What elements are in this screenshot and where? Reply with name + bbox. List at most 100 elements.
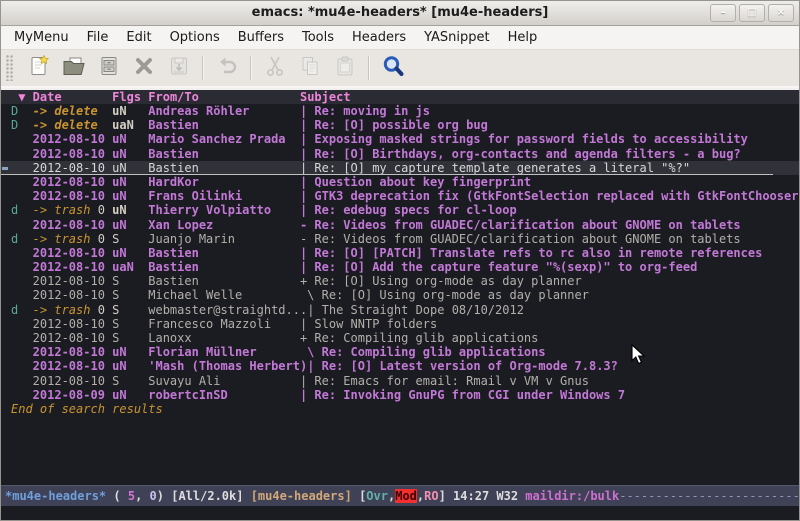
message-row[interactable]: 2012-08-10SLanoxx+ Re: Compiling glib ap… — [1, 331, 799, 345]
message-row[interactable]: 2012-08-10uNMario Sanchez Prada| Exposin… — [1, 132, 799, 146]
date-text: -> trash — [25, 203, 90, 217]
flags-column: uN — [112, 104, 148, 118]
menu-item-headers[interactable]: Headers — [343, 27, 415, 48]
flags-column: uN — [112, 175, 148, 189]
subject-column: - Re: Videos from GUADEC/clarification a… — [300, 232, 741, 246]
modeline-segment-pink: 5 — [128, 489, 135, 503]
maximize-button[interactable]: □ — [739, 4, 765, 22]
menu-item-options[interactable]: Options — [161, 27, 229, 48]
menu-item-tools[interactable]: Tools — [293, 27, 343, 48]
modeline-segment-w: ] — [439, 489, 453, 503]
cut-button — [260, 54, 289, 83]
date-text: 2012-08-10 — [25, 317, 104, 331]
date-text: 2012-08-10 — [25, 132, 104, 146]
message-row[interactable]: 2012-08-10SMichael Welle \ Re: [O] Using… — [1, 288, 799, 302]
date-text: 2012-08-10 — [25, 345, 104, 359]
date-text: 2012-08-10 — [25, 246, 104, 260]
kill-buffer-button[interactable] — [129, 54, 158, 83]
menu-item-help[interactable]: Help — [499, 27, 547, 48]
message-row[interactable]: d -> trash 0SJuanjo Marin- Re: Videos fr… — [1, 232, 799, 246]
message-row[interactable]: d -> trash 0Swebmaster@straightd...| The… — [1, 303, 799, 317]
message-row[interactable]: 2012-08-10uN'Mash (Thomas Herbert)| Re: … — [1, 359, 799, 373]
date-text: -> trash — [25, 232, 90, 246]
dired-button[interactable] — [94, 54, 123, 83]
close-button[interactable]: × — [768, 4, 794, 22]
message-row[interactable]: 2012-08-10uNFrans Oilinki| GTK3 deprecat… — [1, 189, 799, 203]
date-column: 2012-08-10 — [25, 246, 112, 260]
message-row[interactable]: D -> deleteuNAndreas Röhler| Re: moving … — [1, 104, 799, 118]
message-row[interactable]: 2012-08-10uaNBastien| Re: [O] Add the ca… — [1, 260, 799, 274]
date-text: 2012-08-10 — [25, 331, 104, 345]
mark-column — [11, 175, 25, 189]
date-column: -> trash 0 — [25, 232, 112, 246]
flags-column: uaN — [112, 118, 148, 132]
date-column: 2012-08-10 — [25, 345, 112, 359]
from-column: Mario Sanchez Prada — [148, 132, 300, 146]
new-file-button[interactable] — [24, 54, 53, 83]
message-row[interactable]: 2012-08-10uNBastien| Re: [O] my capture … — [1, 161, 799, 175]
from-column: Lanoxx — [148, 331, 300, 345]
menu-item-edit[interactable]: Edit — [117, 27, 160, 48]
message-row[interactable]: 2012-08-10uNBastien| Re: [O] [PATCH] Tra… — [1, 246, 799, 260]
message-row[interactable]: 2012-08-10SBastien+ Re: [O] Using org-mo… — [1, 274, 799, 288]
paste-button — [330, 54, 359, 83]
date-column: -> trash 0 — [25, 303, 112, 317]
mark-column — [11, 388, 25, 402]
echo-area[interactable] — [1, 506, 799, 520]
menu-item-file[interactable]: File — [78, 27, 118, 48]
title-bar[interactable]: emacs: *mu4e-headers* [mu4e-headers] –□× — [1, 1, 799, 26]
date-text: 2012-08-10 — [25, 147, 104, 161]
modeline-segment-w: ) [All/2.0k] — [157, 489, 251, 503]
from-column: Bastien — [148, 161, 300, 175]
kill-buffer-icon — [132, 54, 156, 82]
toolbar-separator — [368, 56, 369, 80]
mark-column — [11, 260, 25, 274]
menu-item-buffers[interactable]: Buffers — [229, 27, 293, 48]
message-row[interactable]: 2012-08-09uNrobertcInSD| Re: Invoking Gn… — [1, 388, 799, 402]
modeline-segment-w: ( — [106, 489, 128, 503]
flags-column: S — [112, 232, 148, 246]
toolbar-drag-handle-icon[interactable] — [6, 55, 14, 81]
message-row[interactable]: 2012-08-10uNBastien| Re: [O] Birthdays, … — [1, 147, 799, 161]
date-text: 2012-08-10 — [25, 218, 104, 232]
flags-column: uN — [112, 388, 148, 402]
menu-item-yasnippet[interactable]: YASnippet — [415, 27, 499, 48]
message-row[interactable]: 2012-08-10SFrancesco Mazzoli| Slow NNTP … — [1, 317, 799, 331]
subject-column: | Slow NNTP folders — [300, 317, 437, 331]
date-text: 2012-08-10 — [25, 175, 104, 189]
mu4e-headers-buffer[interactable]: ▼ Date Flgs From/To Subject D -> deleteu… — [1, 88, 799, 520]
from-column: Bastien — [148, 246, 300, 260]
flags-column: S — [112, 288, 148, 302]
mark-column — [11, 288, 25, 302]
from-column: Xan Lopez — [148, 218, 300, 232]
message-row[interactable]: 2012-08-10SSuvayu Ali| Re: Emacs for ema… — [1, 374, 799, 388]
open-file-button[interactable] — [59, 54, 88, 83]
flags-column: uN — [112, 132, 148, 146]
date-text: 2012-08-10 — [25, 288, 104, 302]
message-row[interactable]: 2012-08-10uNXan Lopez- Re: Videos from G… — [1, 218, 799, 232]
new-file-icon — [27, 54, 51, 82]
headers-column-header[interactable]: ▼ Date Flgs From/To Subject — [1, 90, 799, 104]
search-icon — [381, 54, 405, 82]
menu-item-mymenu[interactable]: MyMenu — [5, 27, 78, 48]
date-column: 2012-08-10 — [25, 218, 112, 232]
from-column: Bastien — [148, 147, 300, 161]
message-row[interactable]: 2012-08-10uNFlorian Müllner \ Re: Compil… — [1, 345, 799, 359]
tool-bar — [1, 50, 799, 88]
date-column: 2012-08-10 — [25, 175, 112, 189]
date-suffix: 0 — [90, 303, 104, 317]
window-title: emacs: *mu4e-headers* [mu4e-headers] — [1, 5, 799, 20]
message-row[interactable]: d -> trash 0uNThierry Volpiatto| Re: ede… — [1, 203, 799, 217]
modeline-segment-mod: Mod — [395, 489, 417, 503]
modeline-segment-w: , — [135, 489, 149, 503]
subject-column: | Re: [O] Latest version of Org-mode 7.8… — [307, 359, 618, 373]
flags-column: uN — [112, 147, 148, 161]
modeline-segment-w: 14:27 W32 — [453, 489, 525, 503]
search-button[interactable] — [378, 54, 407, 83]
date-text: 2012-08-10 — [25, 189, 104, 203]
from-column: Florian Müllner — [148, 345, 300, 359]
minimize-button[interactable]: – — [710, 4, 736, 22]
message-row[interactable]: D -> deleteuaNBastien| Re: [O] possible … — [1, 118, 799, 132]
save-buffer-button — [164, 54, 193, 83]
message-row[interactable]: 2012-08-10uNHardKor| Question about key … — [1, 175, 799, 189]
